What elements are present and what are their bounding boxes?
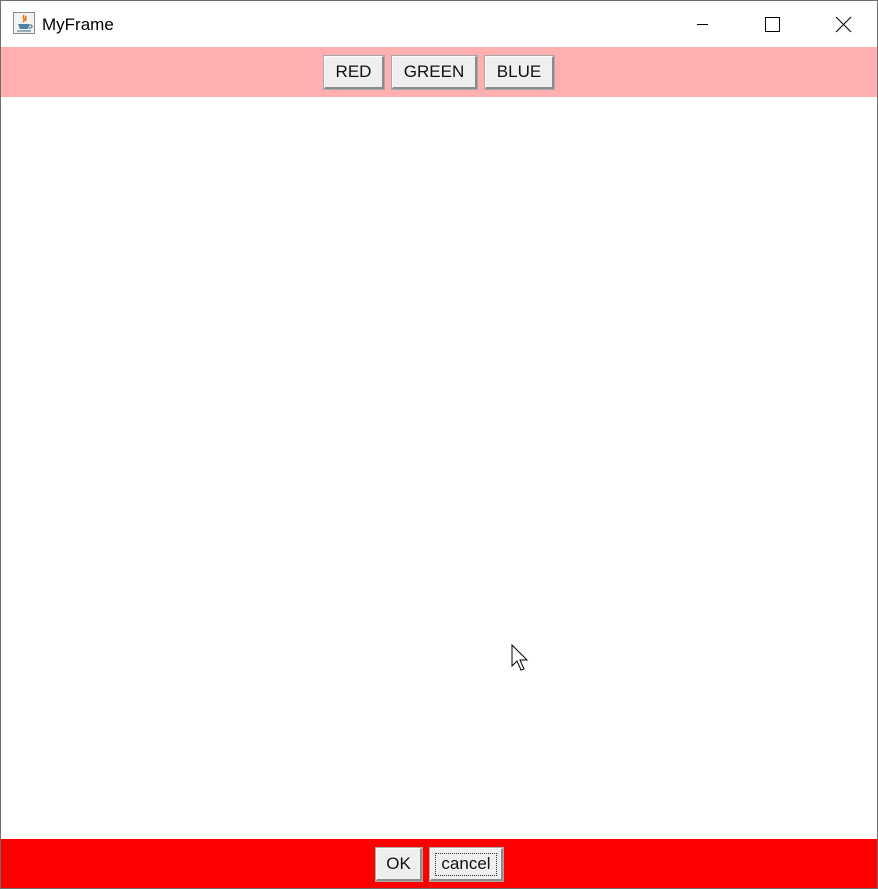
bottom-button-panel: OK cancel xyxy=(1,839,877,888)
maximize-icon xyxy=(765,17,780,32)
top-button-panel: RED GREEN BLUE xyxy=(1,47,877,97)
title-bar[interactable]: MyFrame xyxy=(1,1,877,47)
mouse-pointer-icon xyxy=(511,644,529,671)
minimize-icon xyxy=(697,24,708,25)
window-title: MyFrame xyxy=(42,15,114,34)
ok-button-label: OK xyxy=(386,854,411,873)
content-area xyxy=(1,97,877,839)
blue-button[interactable]: BLUE xyxy=(484,55,555,90)
close-icon xyxy=(835,16,852,33)
java-app-icon[interactable] xyxy=(13,12,35,34)
close-button[interactable] xyxy=(807,1,877,47)
minimize-button[interactable] xyxy=(667,1,737,47)
cancel-button-label: cancel xyxy=(441,854,491,873)
green-button[interactable]: GREEN xyxy=(391,55,478,90)
ok-button[interactable]: OK xyxy=(375,847,423,882)
maximize-button[interactable] xyxy=(737,1,807,47)
app-window: MyFrame RED GREEN BLUE OK cancel xyxy=(0,0,878,889)
cancel-button[interactable]: cancel xyxy=(429,847,504,882)
red-button[interactable]: RED xyxy=(323,55,385,90)
